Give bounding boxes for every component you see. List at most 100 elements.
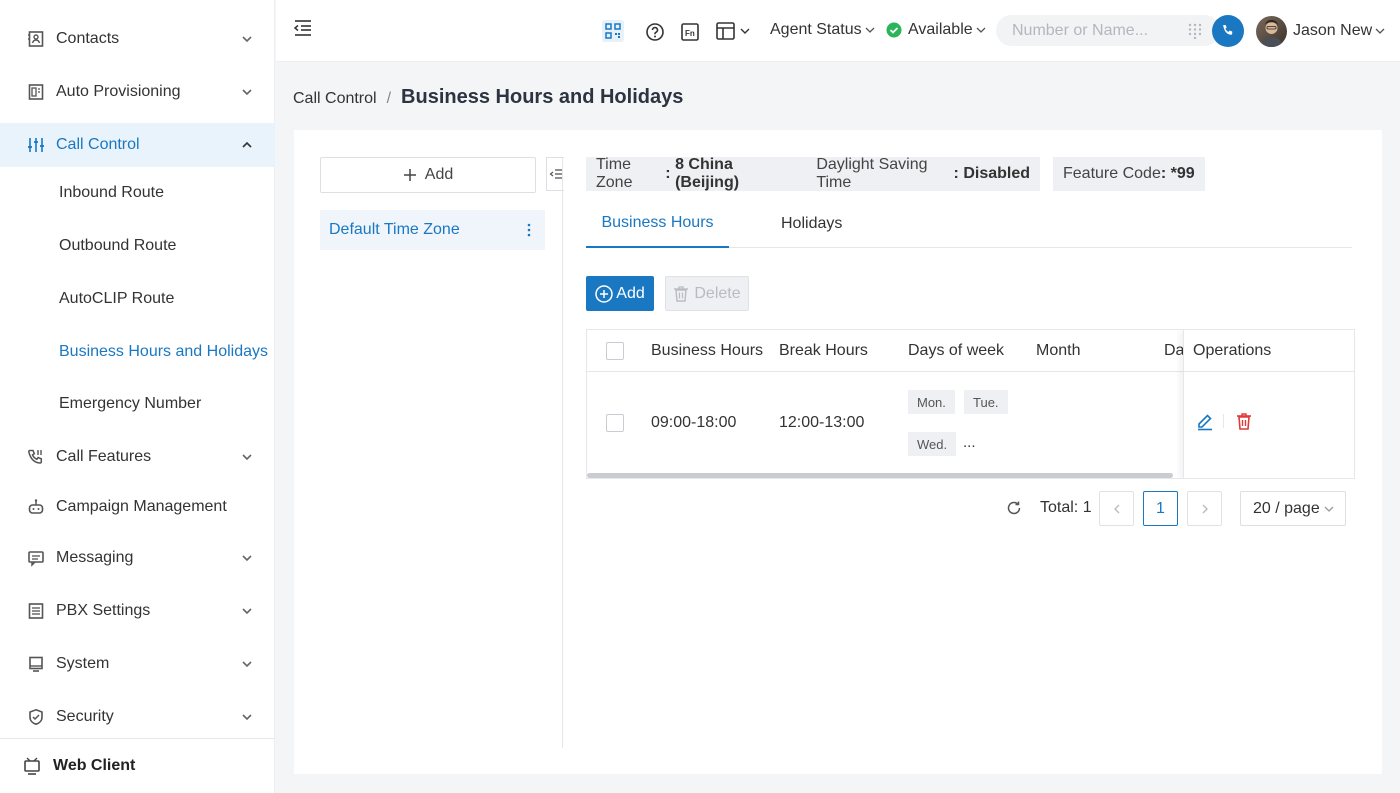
sidebar-subitem-outbound-route[interactable]: Outbound Route [0,224,275,268]
function-key-icon[interactable]: Fn [679,21,701,43]
delete-button[interactable]: Delete [665,276,749,311]
sidebar-subitem-business-hours[interactable]: Business Hours and Holidays [0,330,275,374]
chevron-down-icon [864,24,876,36]
next-page-button[interactable] [1187,491,1222,526]
qr-code-icon[interactable] [602,20,624,42]
horizontal-scrollbar[interactable] [587,473,1173,478]
web-client-label: Web Client [53,757,136,774]
chevron-left-icon [1111,503,1123,515]
sidebar-item-security[interactable]: Security [0,695,275,739]
plus-circle-icon [595,284,614,303]
page-number-button[interactable]: 1 [1143,491,1178,526]
plus-icon [403,168,417,182]
chevron-down-icon [239,31,255,47]
total-count: Total: 1 [1040,499,1092,516]
edit-icon[interactable] [1194,410,1216,432]
delete-label: Delete [694,284,741,302]
collapse-icon [549,167,563,181]
chevron-right-icon [1199,503,1211,515]
operations-divider [1223,414,1224,428]
shield-icon [26,707,46,727]
sidebar-subitem-label: AutoCLIP Route [59,290,175,307]
add-label: Add [616,284,645,302]
contacts-icon [26,29,46,49]
top-bar: Fn Agent Status Available Jason New [276,0,1400,62]
sidebar-item-system[interactable]: System [0,642,275,686]
phone-icon [1220,23,1236,39]
breadcrumb-separator: / [386,90,392,107]
page-size-select[interactable]: 20 / page [1240,491,1346,526]
phone-settings-icon [26,447,46,467]
sidebar-item-contacts[interactable]: Contacts [0,17,275,61]
svg-text:Fn: Fn [685,29,695,38]
sidebar-item-label: Messaging [56,549,134,566]
delete-row-icon[interactable] [1233,410,1255,432]
user-menu[interactable]: Jason New [1293,22,1386,40]
add-business-hours-button[interactable]: Add [586,276,654,311]
page-number: 1 [1156,499,1165,517]
operations-column: Operations [1183,330,1354,478]
sidebar-subitem-inbound-route[interactable]: Inbound Route [0,171,275,215]
add-time-zone-button[interactable]: Add [320,157,536,193]
sidebar-subitem-emergency-number[interactable]: Emergency Number [0,382,275,426]
sidebar-subitem-label: Inbound Route [59,184,164,201]
previous-page-button[interactable] [1099,491,1134,526]
row-checkbox[interactable] [606,414,624,432]
column-header: Business Hours [651,342,764,359]
tab-label: Business Hours [601,214,714,231]
tab-business-hours[interactable]: Business Hours [586,200,729,248]
sidebar-item-campaign-management[interactable]: Campaign Management [0,485,275,529]
web-client-icon [22,756,42,776]
sidebar-item-label: Security [56,708,114,725]
break-hours-cell: 12:00-13:00 [779,414,865,431]
time-zone-item-default[interactable]: Default Time Zone [320,210,545,250]
refresh-icon[interactable] [1003,497,1025,519]
column-header: Operations [1193,342,1272,359]
more-options-icon[interactable] [521,220,537,240]
chevron-down-icon [975,24,987,36]
monitor-icon [26,654,46,674]
tab-holidays[interactable]: Holidays [781,200,842,248]
agent-status-dropdown[interactable]: Agent Status [770,21,876,39]
call-button[interactable] [1212,15,1244,47]
menu-collapse-icon[interactable] [292,17,314,39]
agent-status-label: Agent Status [770,21,862,38]
breadcrumb-parent[interactable]: Call Control [293,90,377,108]
dialpad-icon[interactable] [1184,20,1206,42]
sidebar-item-label: Auto Provisioning [56,83,181,100]
sidebar-item-auto-provisioning[interactable]: Auto Provisioning [0,70,275,114]
pbx-settings-icon [26,601,46,621]
sidebar-item-call-control[interactable]: Call Control [0,123,275,167]
avatar[interactable] [1256,16,1287,47]
available-status-icon [886,22,902,38]
chevron-down-icon [239,603,255,619]
sidebar-subitem-autoclip-route[interactable]: AutoCLIP Route [0,277,275,321]
column-header: Break Hours [779,342,868,359]
sidebar-item-label: PBX Settings [56,602,151,619]
add-time-zone-label: Add [424,166,454,183]
sidebar-item-call-features[interactable]: Call Features [0,435,275,479]
chevron-down-icon [239,449,255,465]
chevron-up-icon [239,137,255,153]
sidebar-item-label: System [56,655,110,672]
sidebar-item-label: Contacts [56,30,120,47]
business-hours-cell: 09:00-18:00 [651,414,737,431]
time-zone-info-value: 8 China (Beijing) [675,156,740,191]
feature-code-value: *99 [1170,165,1195,182]
availability-dropdown[interactable]: Available [886,21,987,39]
help-icon[interactable] [644,21,666,43]
day-tag: Mon. [908,390,955,414]
feature-code-label: Feature Code [1063,165,1161,182]
select-all-checkbox[interactable] [606,342,624,360]
time-zone-info: Time Zone: 8 China (Beijing) Daylight Sa… [586,156,1040,191]
window-layout-icon[interactable] [715,20,753,42]
sidebar-item-pbx-settings[interactable]: PBX Settings [0,589,275,633]
availability-label: Available [908,21,973,38]
tab-label: Holidays [781,215,843,232]
sidebar-item-messaging[interactable]: Messaging [0,536,275,580]
auto-provisioning-icon [26,82,46,102]
message-icon [26,548,46,568]
web-client-link[interactable]: Web Client [0,738,275,793]
sidebar-item-label: Call Features [56,448,152,465]
chevron-down-icon [239,84,255,100]
